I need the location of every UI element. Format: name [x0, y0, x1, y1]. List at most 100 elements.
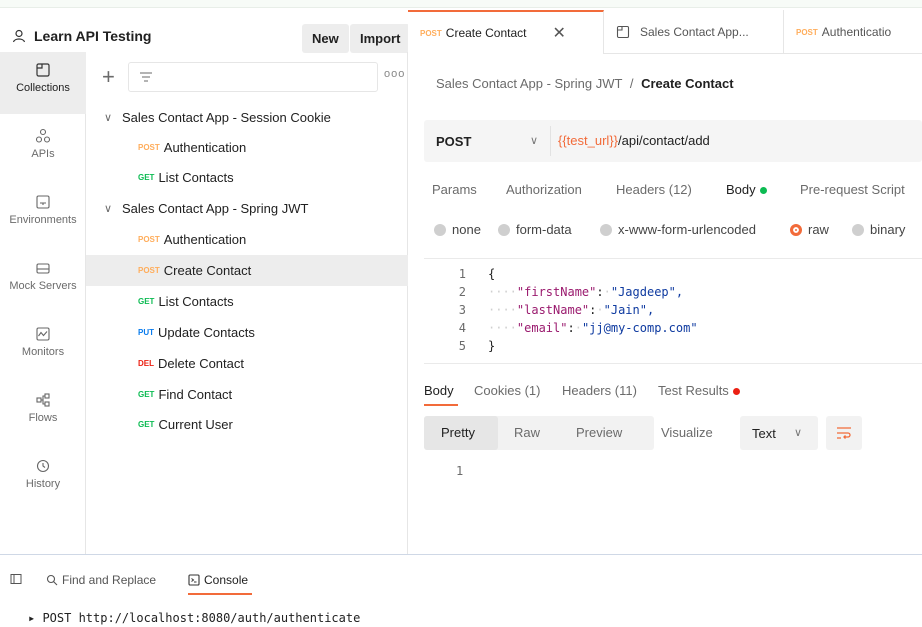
format-select[interactable]: Text ∨ [740, 416, 818, 450]
method-badge: POST [420, 28, 442, 38]
line-number: 1 [458, 267, 466, 281]
add-collection-icon[interactable]: + [102, 64, 115, 90]
apis-icon [35, 128, 51, 143]
sidebar-item-environments[interactable]: Environments [0, 184, 86, 246]
sidebar-item-apis[interactable]: APIs [0, 118, 86, 180]
line-number: 5 [458, 339, 466, 353]
tab-headers[interactable]: Headers (12) [616, 182, 692, 197]
tab-sales-contact-app[interactable]: Sales Contact App... [604, 10, 784, 54]
find-replace-button[interactable]: Find and Replace [46, 573, 156, 587]
tree-request[interactable]: POST Authentication [86, 224, 408, 255]
tab-body-label: Body [726, 182, 756, 197]
tree-request-selected[interactable]: POST Create Contact [86, 255, 408, 286]
method-badge: GET [138, 297, 155, 306]
radio-raw[interactable]: raw [790, 222, 829, 237]
view-preview[interactable]: Preview [576, 425, 622, 440]
status-dot [732, 388, 740, 395]
view-pretty[interactable]: Pretty [441, 425, 475, 440]
method-badge: POST [138, 143, 160, 152]
console-button[interactable]: Console [188, 573, 248, 587]
chevron-down-icon[interactable]: ∨ [530, 134, 538, 147]
filter-icon [140, 72, 152, 82]
sidebar-item-label: Environments [9, 214, 77, 226]
tab-test-results[interactable]: Test Results [658, 383, 740, 398]
tree-toolbar: + ooo [96, 62, 405, 92]
method-select[interactable]: POST [436, 134, 471, 149]
tree-request[interactable]: GET Current User [86, 409, 408, 440]
filter-input[interactable] [128, 62, 378, 92]
sidebar-item-monitors[interactable]: Monitors [0, 316, 86, 378]
sidebar-item-mock-servers[interactable]: Mock Servers [0, 250, 86, 312]
tab-authentication[interactable]: POST Authenticatio [786, 10, 922, 54]
tab-cookies[interactable]: Cookies (1) [474, 383, 540, 398]
radio-urlencoded[interactable]: x-www-form-urlencoded [600, 222, 756, 237]
sidebar-item-label: Collections [16, 82, 70, 94]
json-value: "Jain", [603, 303, 655, 317]
tree-request[interactable]: GET List Contacts [86, 162, 408, 193]
body-editor[interactable]: 1 { 2 ····"firstName":·"Jagdeep", 3 ····… [424, 258, 922, 364]
url-divider [550, 126, 551, 156]
status-dot [759, 187, 767, 194]
radio-binary[interactable]: binary [852, 222, 905, 237]
sidebar-toggle-icon[interactable] [10, 573, 22, 585]
request-label: List Contacts [158, 294, 234, 309]
tab-authorization[interactable]: Authorization [506, 182, 582, 197]
tree-request[interactable]: PUT Update Contacts [86, 317, 408, 348]
radio-form-data[interactable]: form-data [498, 222, 572, 237]
radio-selected-icon [790, 223, 802, 236]
sidebar-item-flows[interactable]: Flows [0, 382, 86, 444]
tree-folder[interactable]: ∨ Sales Contact App - Spring JWT [86, 193, 408, 224]
tab-label: Create Contact [445, 26, 527, 40]
request-label: Create Contact [163, 263, 252, 278]
workspace-title[interactable]: Learn API Testing [12, 28, 151, 44]
view-visualize[interactable]: Visualize [661, 425, 713, 440]
sidebar-item-label: History [25, 478, 61, 490]
tab-pre-request-script[interactable]: Pre-request Script [800, 182, 905, 197]
wrap-lines-button[interactable] [826, 416, 862, 450]
folder-label: Sales Contact App - Session Cookie [122, 110, 331, 125]
breadcrumb-parent[interactable]: Sales Contact App - Spring JWT [436, 76, 622, 91]
response-line-number: 1 [456, 464, 464, 478]
tab-label: Sales Contact App... [640, 25, 749, 39]
radio-icon [498, 223, 510, 236]
sidebar-item-label: Monitors [21, 346, 65, 358]
view-raw[interactable]: Raw [514, 425, 540, 440]
new-button[interactable]: New [302, 24, 349, 53]
tab-test-results-label: Test Results [658, 383, 729, 398]
monitors-icon [36, 327, 50, 341]
folder-label: Sales Contact App - Spring JWT [122, 201, 309, 216]
tree-folder[interactable]: ∨ Sales Contact App - Session Cookie [86, 102, 408, 133]
more-options-icon[interactable]: ooo [384, 68, 405, 80]
code-line: ····"email":·"jj@my-comp.com" [488, 321, 698, 335]
code-line: ····"firstName":·"Jagdeep", [488, 285, 684, 299]
line-number: 2 [458, 285, 466, 299]
tree-request[interactable]: GET List Contacts [86, 286, 408, 317]
user-icon [12, 29, 26, 43]
tab-create-contact[interactable]: POST Create Contact ✕ [408, 10, 604, 54]
radio-label: binary [870, 222, 906, 237]
method-badge: POST [138, 235, 160, 244]
tree-request[interactable]: POST Authentication [86, 132, 408, 163]
method-badge: POST [796, 27, 818, 37]
import-button[interactable]: Import [350, 24, 411, 53]
workspace-header: Learn API Testing New Import [0, 18, 411, 53]
console-log-entry[interactable]: ▸ POST http://localhost:8080/auth/authen… [28, 611, 360, 625]
tree-request[interactable]: DEL Delete Contact [86, 348, 408, 379]
wrap-icon [837, 427, 851, 439]
tab-response-headers[interactable]: Headers (11) [562, 383, 637, 398]
tab-params[interactable]: Params [432, 182, 477, 197]
view-mode-bar: Pretty Raw Preview [424, 416, 654, 450]
tab-body[interactable]: Body [726, 182, 767, 197]
sidebar-item-collections[interactable]: Collections [0, 52, 86, 114]
sidebar-item-history[interactable]: History [0, 448, 86, 510]
radio-none[interactable]: none [434, 222, 481, 237]
radio-icon [434, 223, 446, 236]
url-path: /api/contact/add [618, 133, 710, 148]
close-icon[interactable]: ✕ [553, 23, 566, 43]
console-underline [188, 593, 252, 595]
chevron-down-icon: ∨ [794, 427, 803, 439]
tree-request[interactable]: GET Find Contact [86, 379, 408, 410]
request-label: Authentication [163, 232, 247, 247]
url-input[interactable]: {{test_url}}/api/contact/add [558, 133, 710, 148]
tab-response-body[interactable]: Body [424, 383, 454, 398]
